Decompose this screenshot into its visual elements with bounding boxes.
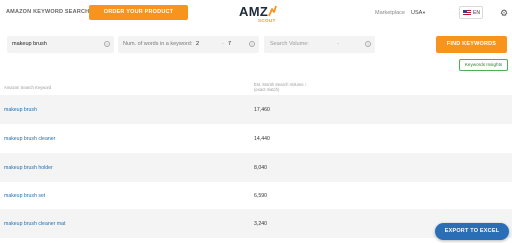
marketplace-select[interactable]: USA <box>411 10 422 16</box>
help-icon[interactable]: ? <box>104 41 110 47</box>
logo-text: AMZ <box>239 4 269 19</box>
logo-subtext: SCOUT <box>258 18 276 23</box>
keyword-link[interactable]: makeup brush <box>4 107 37 113</box>
range-separator: - <box>337 41 339 47</box>
range-separator: - <box>222 41 224 47</box>
word-count-filter[interactable]: Num. of words in a keyword: 2 - 7 ? <box>118 36 259 53</box>
logo-arrow-icon <box>268 5 277 17</box>
keyword-link[interactable]: makeup brush holder <box>4 165 53 171</box>
table-header: Amazon Search Keyword Est. Month Search … <box>0 79 512 95</box>
search-volume-value: 17,460 <box>254 107 270 113</box>
column-header-volume[interactable]: Est. Month Search Volume ↕ (exact match) <box>254 82 307 92</box>
keyword-search-input[interactable]: makeup brush ? <box>7 36 114 53</box>
marketplace-label: Marketplace <box>375 10 405 16</box>
column-header-volume-sub: (exact match) <box>254 87 280 92</box>
order-product-research-button[interactable]: ORDER YOUR PRODUCT RESEARCH <box>89 5 188 30</box>
search-volume-value: 14,440 <box>254 136 270 142</box>
table-row: makeup brush cleaner 14,440 <box>0 124 512 153</box>
us-flag-icon <box>463 10 471 16</box>
keyword-link[interactable]: makeup brush cleaner mat <box>4 221 65 227</box>
keyword-link[interactable]: makeup brush set <box>4 193 45 199</box>
column-header-keyword[interactable]: Amazon Search Keyword <box>4 85 51 90</box>
top-bar: AMAZON KEYWORD SEARCH ORDER YOUR PRODUCT… <box>0 0 512 30</box>
find-keywords-button[interactable]: FIND KEYWORDS <box>436 36 507 53</box>
words-count-label: Num. of words in a keyword: <box>123 41 193 47</box>
search-volume-placeholder: Search Volume: <box>270 41 309 47</box>
words-to-input[interactable]: 7 <box>228 41 231 47</box>
help-icon[interactable]: ? <box>365 41 371 47</box>
search-volume-filter[interactable]: Search Volume: - ? <box>264 36 375 53</box>
table-row: makeup brush 17,460 <box>0 95 512 124</box>
keywords-insights-button[interactable]: Keywords Insights <box>459 59 508 71</box>
gear-icon[interactable]: ⚙ <box>500 9 508 18</box>
keyword-link[interactable]: makeup brush cleaner <box>4 136 55 142</box>
chevron-down-icon[interactable]: ▼ <box>422 10 426 15</box>
language-selector[interactable]: EN <box>459 6 483 19</box>
search-volume-value: 6,590 <box>254 193 267 199</box>
language-label: EN <box>473 10 480 16</box>
help-icon[interactable]: ? <box>249 41 255 47</box>
search-volume-value: 8,040 <box>254 165 267 171</box>
table-row: makeup brush holder 8,040 <box>0 153 512 182</box>
words-from-input[interactable]: 2 <box>196 41 199 47</box>
app-title: AMAZON KEYWORD SEARCH <box>6 9 90 15</box>
search-volume-value: 3,240 <box>254 221 267 227</box>
keyword-value: makeup brush <box>12 41 47 47</box>
export-to-excel-button[interactable]: EXPORT TO EXCEL <box>435 223 509 240</box>
table-row: makeup brush set 6,590 <box>0 181 512 210</box>
